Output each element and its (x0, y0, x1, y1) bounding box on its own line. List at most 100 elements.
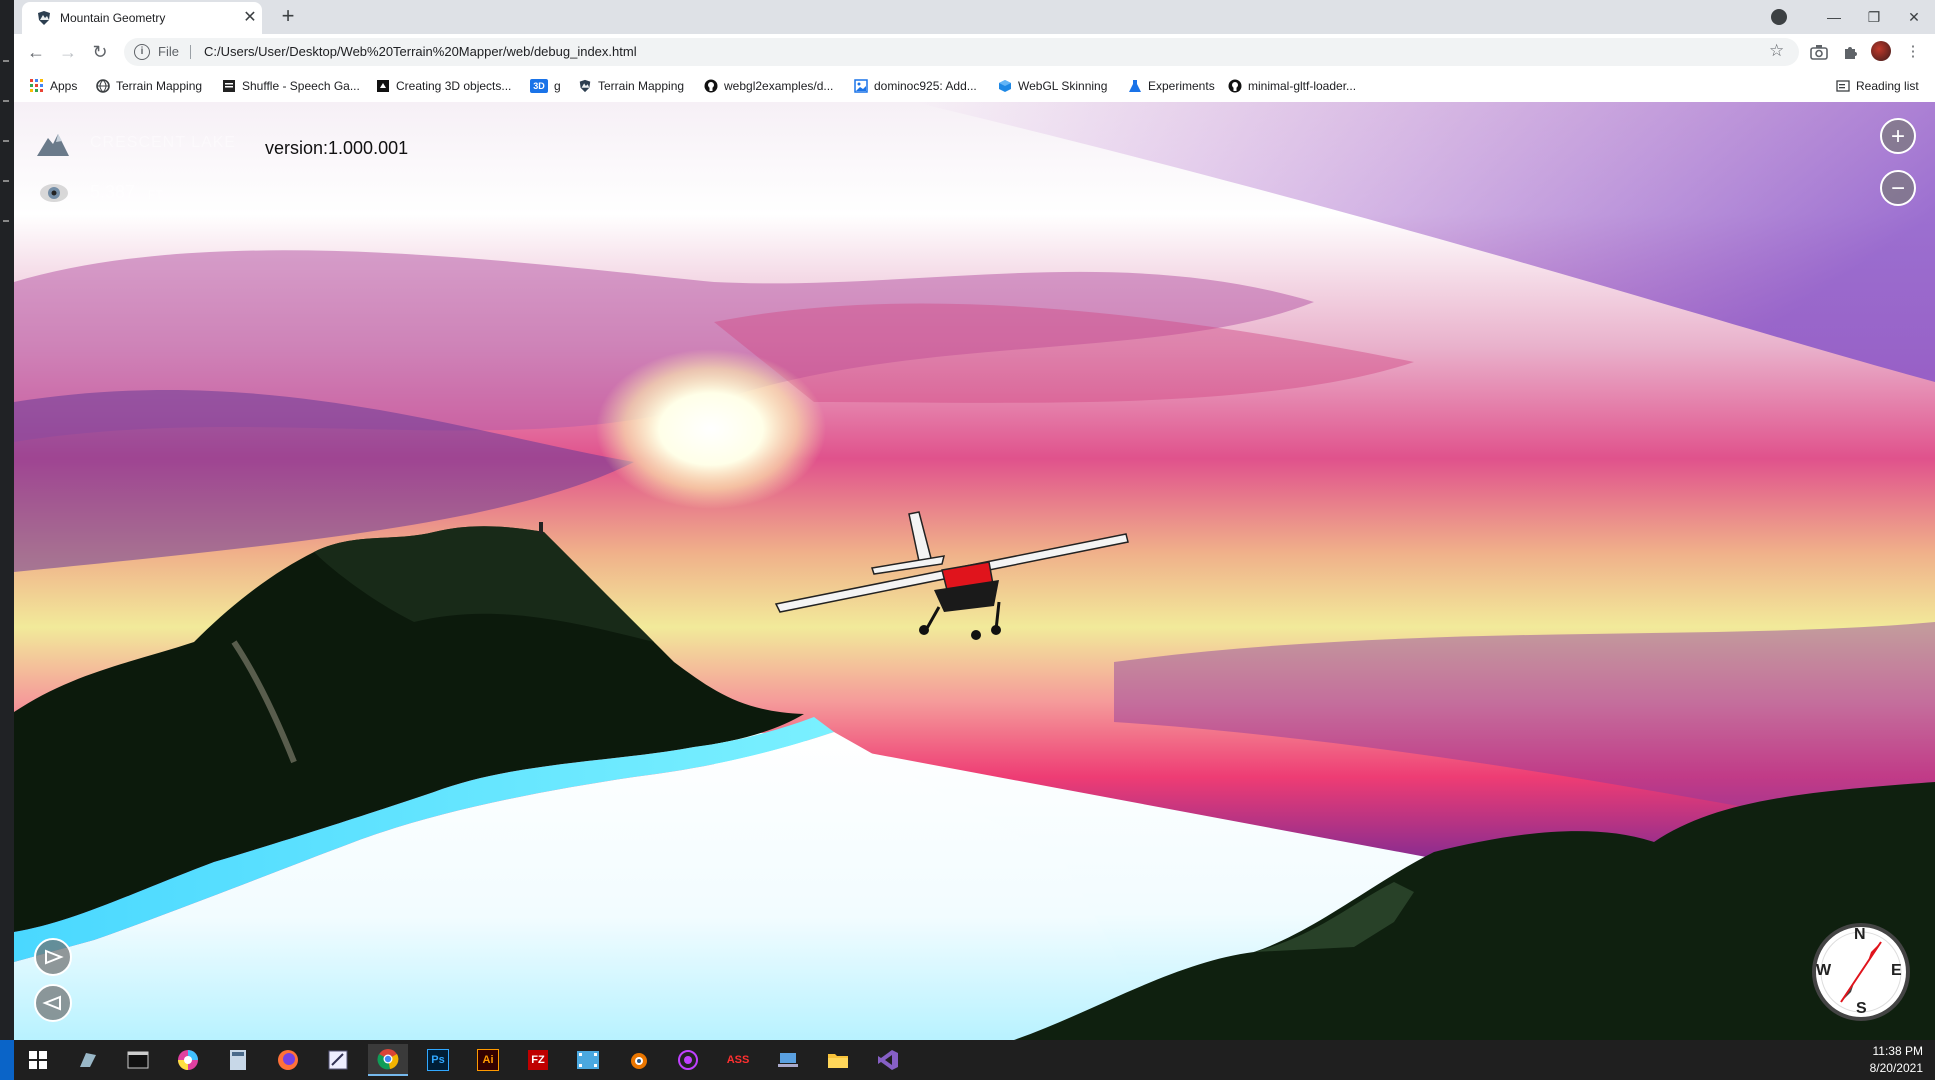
chrome-icon (377, 1049, 399, 1070)
play-forward-icon (45, 949, 64, 965)
close-window-button[interactable]: ✕ (1894, 4, 1934, 30)
tab-title: Mountain Geometry (60, 11, 166, 25)
bookmark-g[interactable]: 3D g (530, 78, 561, 94)
taskbar-app-firefox[interactable] (268, 1044, 308, 1076)
bookmark-label: Apps (50, 79, 78, 93)
zoom-out-button[interactable]: − (1880, 170, 1916, 206)
taskbar-app-color[interactable] (168, 1044, 208, 1076)
visual-studio-icon (878, 1050, 898, 1070)
terrain-scene[interactable] (14, 102, 1935, 1040)
tray-time[interactable]: 11:38 PM (1873, 1044, 1923, 1058)
tab-mountain-geometry[interactable]: Mountain Geometry ✕ (22, 2, 262, 34)
taskbar-app-blender[interactable] (618, 1044, 658, 1076)
taskbar-app-calculator[interactable] (218, 1044, 258, 1076)
bookmark-terrain-mapping-2[interactable]: Terrain Mapping (578, 78, 684, 94)
bookmark-terrain-mapping[interactable]: Terrain Mapping (96, 78, 202, 94)
new-tab-button[interactable]: + (276, 5, 300, 29)
info-icon[interactable]: i (134, 44, 150, 60)
camera-icon[interactable] (1810, 44, 1828, 60)
taskbar-app-terminal[interactable] (118, 1044, 158, 1076)
taskbar-app-visual-studio[interactable] (868, 1044, 908, 1076)
taskbar-app-ass[interactable]: ASS (718, 1044, 758, 1076)
address-bar[interactable]: i File C:/Users/User/Desktop/Web%20Terra… (124, 38, 1799, 66)
taskbar-app-network[interactable] (768, 1044, 808, 1076)
taskbar-app-illustrator[interactable]: Ai (468, 1044, 508, 1076)
tab-strip: Mountain Geometry ✕ + — ❐ ✕ (14, 0, 1935, 34)
bookmark-label: Terrain Mapping (598, 79, 685, 93)
bookmark-apps[interactable]: Apps (30, 78, 77, 94)
illustrator-icon: Ai (477, 1049, 499, 1071)
webgl-viewport[interactable]: CRESCENT LAKE version:1.000.001 5,387 FT… (14, 102, 1935, 1040)
taskbar-app-photoshop[interactable]: Ps (418, 1044, 458, 1076)
taskbar-app-chrome[interactable] (368, 1044, 408, 1076)
editor-icon (328, 1050, 348, 1070)
ass-icon: ASS (726, 1054, 750, 1066)
zoom-in-button[interactable]: + (1880, 118, 1916, 154)
3d-badge-icon: 3D (530, 79, 548, 93)
image-icon (854, 79, 868, 93)
compass[interactable]: N S E W (1811, 922, 1911, 1022)
taskbar-app-filezilla[interactable]: FZ (518, 1044, 558, 1076)
mountain-icon (37, 134, 69, 156)
reading-list-label: Reading list (1856, 79, 1919, 93)
version-label: version:1.000.001 (265, 138, 409, 158)
extensions-puzzle-icon[interactable] (1842, 44, 1858, 60)
url-text[interactable]: C:/Users/User/Desktop/Web%20Terrain%20Ma… (204, 44, 637, 59)
bookmark-label: Terrain Mapping (116, 79, 203, 93)
firefox-icon (278, 1050, 298, 1070)
network-icon (778, 1053, 798, 1067)
summit-marker (539, 522, 543, 534)
taskbar-app-task-view[interactable] (68, 1044, 108, 1076)
taskbar-app-folder[interactable] (818, 1044, 858, 1076)
windows-start-icon (29, 1051, 47, 1069)
folder-icon (828, 1054, 848, 1068)
camera-icon (678, 1050, 698, 1070)
bookmark-webgl2examples[interactable]: webgl2examples/d... (704, 78, 833, 94)
bookmark-experiments[interactable]: Experiments (1128, 78, 1215, 94)
apps-grid-icon (30, 79, 44, 93)
strip-mark (3, 100, 9, 102)
bookmark-label: webgl2examples/d... (724, 79, 834, 93)
divider (190, 45, 191, 59)
bookmark-label: WebGL Skinning (1018, 79, 1108, 93)
cube-black-icon (376, 79, 390, 93)
play-backward-icon (42, 995, 61, 1011)
blue-cube-icon (998, 79, 1012, 93)
play-backward-button[interactable] (34, 984, 72, 1022)
taskbar-app-film[interactable] (568, 1044, 608, 1076)
altitude-value: 5,387 (90, 182, 136, 202)
play-forward-button[interactable] (34, 938, 72, 976)
tab-close-icon[interactable]: ✕ (240, 8, 260, 28)
bookmark-creating-3d[interactable]: Creating 3D objects... (376, 78, 511, 94)
sun (596, 349, 826, 509)
profile-avatar[interactable] (1871, 41, 1891, 61)
taskbar-app-editor[interactable] (318, 1044, 358, 1076)
bookmarks-bar: Apps Terrain Mapping Shuffle - Speech Ga… (14, 70, 1935, 103)
strip-mark (3, 220, 9, 222)
bookmark-shuffle[interactable]: Shuffle - Speech Ga... (222, 78, 360, 94)
tray-date[interactable]: 8/20/2021 (1870, 1061, 1923, 1075)
reload-button[interactable]: ↻ (88, 40, 112, 64)
blender-icon (631, 1053, 647, 1069)
bookmark-webgl-skinning[interactable]: WebGL Skinning (998, 78, 1107, 94)
bookmark-minimal-gltf-loader[interactable]: minimal-gltf-loader... (1228, 78, 1356, 94)
left-edge-strip (0, 0, 14, 1040)
restore-button[interactable]: ❐ (1854, 4, 1894, 30)
flask-icon (1128, 79, 1142, 93)
minimize-button[interactable]: — (1814, 4, 1854, 30)
start-button[interactable] (18, 1044, 58, 1076)
reading-list-button[interactable]: Reading list (1836, 78, 1919, 94)
compass-south: S (1856, 1000, 1867, 1017)
color-wheel-icon (178, 1050, 198, 1070)
chrome-menu-icon[interactable]: ⋮ (1902, 41, 1924, 63)
bookmark-star-icon[interactable]: ☆ (1769, 41, 1784, 61)
taskbar-edge (0, 1040, 14, 1080)
bookmark-dominoc925[interactable]: dominoc925: Add... (854, 78, 977, 94)
tab-search-icon[interactable] (1771, 9, 1787, 25)
forward-button[interactable]: → (56, 40, 80, 64)
calculator-icon (230, 1050, 246, 1070)
back-button[interactable]: ← (24, 40, 48, 64)
terminal-icon (127, 1051, 149, 1069)
taskbar-app-camera[interactable] (668, 1044, 708, 1076)
bookmark-label: minimal-gltf-loader... (1248, 79, 1357, 93)
